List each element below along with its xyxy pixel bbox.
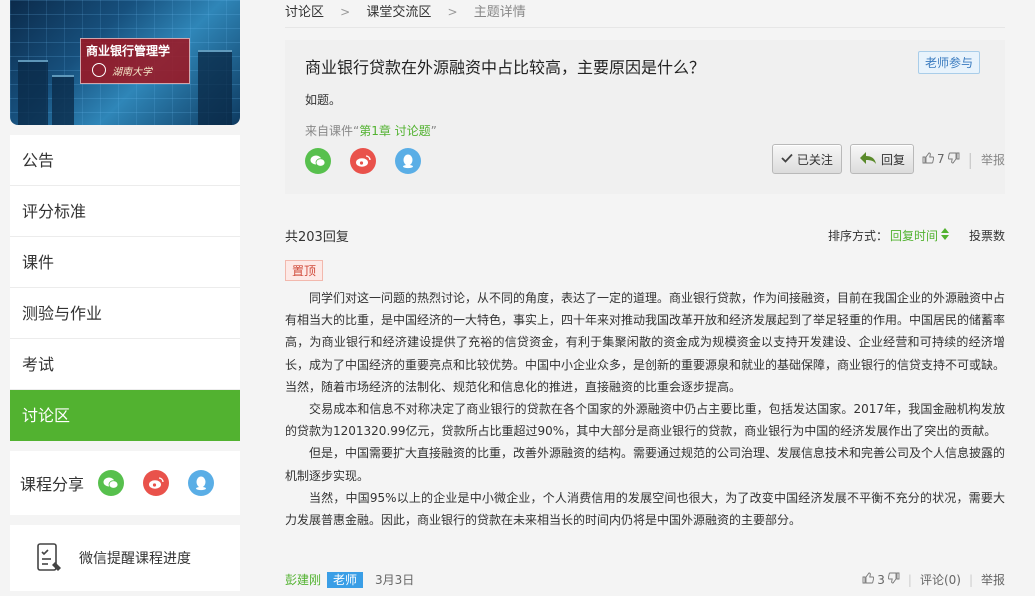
sort-arrows-icon[interactable] xyxy=(940,227,949,243)
sort-by-votes[interactable]: 投票数 xyxy=(969,227,1005,244)
breadcrumb: 讨论区 > 课堂交流区 > 主题详情 xyxy=(285,0,1005,28)
course-cover-image[interactable]: 商业银行管理学 湖南大学 xyxy=(10,0,240,125)
topic-card: 商业银行贷款在外源融资中占比较高，主要原因是什么？ 老师参与 如题。 来自课件“… xyxy=(285,40,1005,194)
chevron-right-icon: > xyxy=(447,5,458,19)
reply-report-link[interactable]: 举报 xyxy=(981,571,1005,588)
reply-header: 共203回复 排序方式： 回复时间 投票数 xyxy=(285,220,1005,250)
topic-report-link[interactable]: 举报 xyxy=(981,151,1005,168)
topic-like-count: 7 xyxy=(936,152,945,166)
reply-count: 共203回复 xyxy=(285,229,349,245)
divider: | xyxy=(967,149,973,169)
main-content: 讨论区 > 课堂交流区 > 主题详情 商业银行贷款在外源融资中占比较高，主要原因… xyxy=(285,0,1005,588)
wechat-remind-label: 微信提醒课程进度 xyxy=(79,551,191,567)
sidebar-item-discussion[interactable]: 讨论区 xyxy=(10,390,240,441)
breadcrumb-discussion[interactable]: 讨论区 xyxy=(285,5,324,20)
reply-like-count: 3 xyxy=(877,572,885,587)
comment-link[interactable]: 评论(0) xyxy=(920,571,961,588)
topic-body: 如题。 xyxy=(305,93,342,107)
sort-label: 排序方式： xyxy=(827,228,888,243)
sidebar-item-quiz[interactable]: 测验与作业 xyxy=(10,288,240,339)
topic-source-link[interactable]: 第1章 讨论题 xyxy=(359,124,430,138)
cover-building xyxy=(198,50,232,125)
thumb-up-icon[interactable] xyxy=(922,152,935,167)
divider: | xyxy=(907,572,912,587)
topic-source: 来自课件“第1章 讨论题” xyxy=(305,122,985,139)
course-share: 课程分享 xyxy=(10,451,240,515)
weibo-icon[interactable] xyxy=(350,148,376,174)
reply-paragraph: 同学们对这一问题的热烈讨论，从不同的角度，表达了一定的道理。商业银行贷款，作为间… xyxy=(285,291,1006,394)
chevron-right-icon: > xyxy=(340,5,351,19)
topic-source-prefix: 来自课件“ xyxy=(305,124,360,138)
reply-paragraph: 当然，中国95%以上的企业是中小微企业，个人消费信用的发展空间也很大，为了改变中… xyxy=(285,490,1005,528)
sidebar: 商业银行管理学 湖南大学 公告 评分标准 课件 测验与作业 考试 讨论区 课程分… xyxy=(10,0,240,591)
sidebar-menu: 公告 评分标准 课件 测验与作业 考试 讨论区 xyxy=(10,135,240,441)
reply-paragraph: 交易成本和信息不对称决定了商业银行的贷款在各个国家的外源融资中仍占主要比重，包括… xyxy=(285,402,1005,439)
reply-body: 同学们对这一问题的热烈讨论，从不同的角度，表达了一定的道理。商业银行贷款，作为间… xyxy=(285,287,1005,531)
topic-source-suffix: ” xyxy=(430,124,437,138)
qq-icon[interactable] xyxy=(188,470,215,496)
topic-title: 商业银行贷款在外源融资中占比较高，主要原因是什么？ xyxy=(305,58,706,77)
check-icon xyxy=(781,152,793,166)
course-share-label: 课程分享 xyxy=(20,475,85,494)
topic-actions: 已关注 回复 7 | 举报 xyxy=(771,144,1005,174)
wechat-remind[interactable]: 微信提醒课程进度 xyxy=(10,525,240,591)
course-title: 商业银行管理学 xyxy=(86,44,171,58)
sidebar-item-exam[interactable]: 考试 xyxy=(10,339,240,390)
thumb-down-icon[interactable] xyxy=(887,572,900,587)
university-seal-icon xyxy=(92,63,106,77)
cover-building xyxy=(18,60,48,125)
reply-author[interactable]: 彭建刚 xyxy=(285,573,321,587)
follow-button[interactable]: 已关注 xyxy=(771,144,842,174)
breadcrumb-classroom[interactable]: 课堂交流区 xyxy=(366,5,431,20)
reply-meta: 彭建刚 老师 3月3日 xyxy=(285,571,414,588)
thumb-down-icon[interactable] xyxy=(947,152,960,167)
reply-date: 3月3日 xyxy=(375,573,415,587)
wechat-icon[interactable] xyxy=(305,148,331,174)
role-badge: 老师 xyxy=(327,572,364,588)
weibo-icon[interactable] xyxy=(143,470,170,496)
course-university: 湖南大学 xyxy=(112,67,152,78)
thumb-up-icon[interactable] xyxy=(862,572,875,587)
sidebar-item-announcement[interactable]: 公告 xyxy=(10,135,240,186)
reply-footer: 彭建刚 老师 3月3日 3 | 评论(0) | 举报 xyxy=(285,571,1005,588)
sort-by-time[interactable]: 回复时间 xyxy=(890,227,938,244)
cover-building xyxy=(52,75,74,125)
reply-button[interactable]: 回复 xyxy=(849,144,914,174)
wechat-icon[interactable] xyxy=(98,470,125,496)
reply-paragraph: 但是，中国需要扩大直接融资的比重，改善外源融资的结构。需要通过规范的公司治理、发… xyxy=(285,446,1006,483)
topic-share xyxy=(305,148,440,174)
topic-like[interactable]: 7 xyxy=(922,152,960,167)
sidebar-item-courseware[interactable]: 课件 xyxy=(10,237,240,288)
reply-actions: 3 | 评论(0) | 举报 xyxy=(862,571,1005,588)
sidebar-item-grading[interactable]: 评分标准 xyxy=(10,186,240,237)
reply-arrow-icon xyxy=(859,151,877,168)
checklist-icon xyxy=(37,543,61,571)
divider: | xyxy=(968,572,973,587)
follow-label: 已关注 xyxy=(796,152,833,167)
reply-label: 回复 xyxy=(880,152,905,167)
qq-icon[interactable] xyxy=(395,148,421,174)
sort-controls: 排序方式： 回复时间 投票数 xyxy=(828,227,1005,244)
pinned-badge: 置顶 xyxy=(285,260,324,281)
breadcrumb-current: 主题详情 xyxy=(473,5,526,20)
teacher-participated-badge: 老师参与 xyxy=(917,51,980,74)
